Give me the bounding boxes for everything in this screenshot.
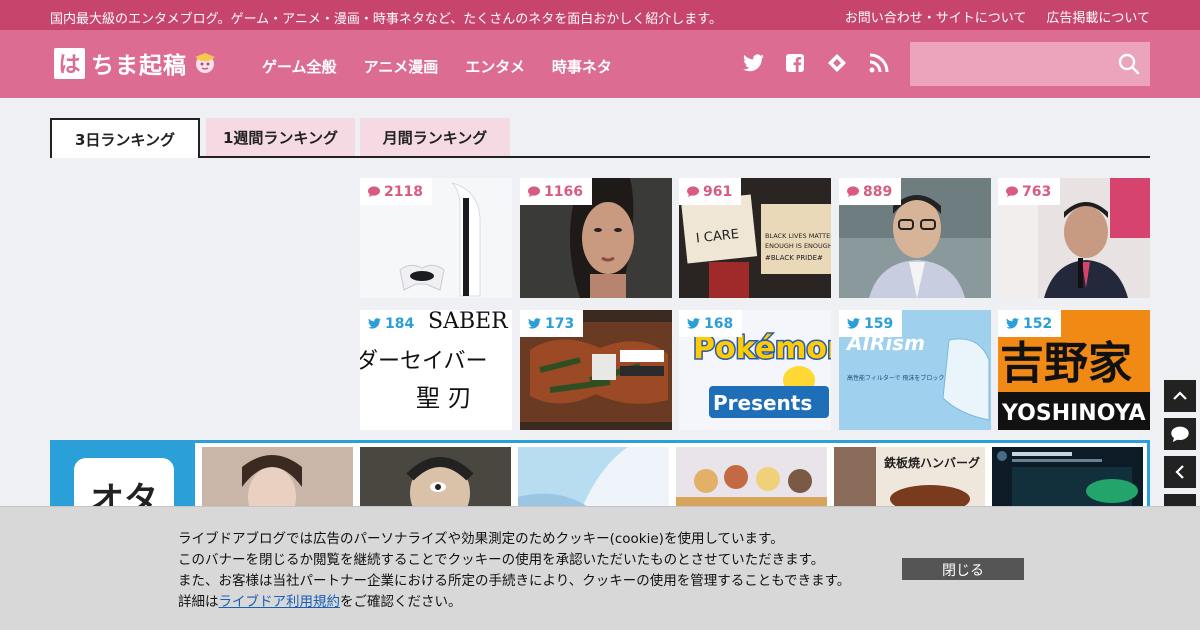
svg-text:SABER: SABER xyxy=(428,310,509,334)
ranking-card[interactable]: 889 xyxy=(839,178,991,298)
tweet-count-badge: 168 xyxy=(679,310,743,337)
twitter-icon xyxy=(1006,318,1019,329)
site-logo[interactable]: は ちま起稿 xyxy=(54,46,219,80)
comment-icon xyxy=(1171,426,1189,442)
ranking-card[interactable]: 1166 xyxy=(520,178,672,298)
svg-text:高性能フィルターで 飛沫をブロック。: 高性能フィルターで 飛沫をブロック。 xyxy=(847,374,950,382)
ranking-card[interactable]: SABER ダーセイバー 聖 刃 184 xyxy=(360,310,512,430)
comment-icon xyxy=(1006,186,1018,197)
scroll-top-button[interactable] xyxy=(1164,380,1196,412)
tweet-count-badge: 159 xyxy=(839,310,903,337)
contact-link[interactable]: お問い合わせ・サイトについて xyxy=(845,7,1027,26)
nav-entame[interactable]: エンタメ xyxy=(465,56,525,77)
comment-icon xyxy=(847,186,859,197)
twitter-icon xyxy=(368,318,381,329)
tweet-count-badge: 184 xyxy=(360,310,424,337)
top-links: お問い合わせ・サイトについて 広告掲載について xyxy=(845,7,1150,26)
top-bar: 国内最大級のエンタメブログ。ゲーム・アニメ・漫画・時事ネタなど、たくさんのネタを… xyxy=(0,0,1200,30)
svg-text:鉄板焼ハンバーグ: 鉄板焼ハンバーグ xyxy=(884,455,980,470)
chevron-left-icon xyxy=(1175,465,1184,479)
ranking-card[interactable]: 763 xyxy=(998,178,1150,298)
rss-icon[interactable] xyxy=(868,52,890,74)
svg-text:#BLACK PRIDE#: #BLACK PRIDE# xyxy=(765,254,823,262)
ranking-card[interactable]: 2118 xyxy=(360,178,512,298)
svg-text:ENOUGH IS ENOUGH: ENOUGH IS ENOUGH xyxy=(765,242,831,250)
nav-game[interactable]: ゲーム全般 xyxy=(262,56,337,77)
site-header: は ちま起稿 ゲーム全般 アニメ漫画 エンタメ 時事ネタ xyxy=(0,30,1200,98)
tab-monthly[interactable]: 月間ランキング xyxy=(360,118,510,156)
terms-link[interactable]: ライブドア利用規約 xyxy=(219,594,341,610)
twitter-icon xyxy=(847,318,860,329)
tab-1week[interactable]: 1週間ランキング xyxy=(206,118,355,156)
prev-button[interactable] xyxy=(1164,456,1196,488)
search-input[interactable] xyxy=(910,42,1110,86)
ranking-card[interactable]: 173 xyxy=(520,310,672,430)
ranking-card[interactable]: 吉野家 YOSHINOYA 152 xyxy=(998,310,1150,430)
twitter-icon xyxy=(687,318,700,329)
mascot-icon xyxy=(195,53,215,73)
svg-text:BLACK LIVES MATTER: BLACK LIVES MATTER xyxy=(765,232,831,240)
tweet-count-badge: 152 xyxy=(998,310,1062,337)
feedly-icon[interactable] xyxy=(826,52,848,74)
svg-text:聖 刃: 聖 刃 xyxy=(416,384,472,412)
comment-count-badge: 2118 xyxy=(360,178,432,205)
chevron-up-icon xyxy=(1173,391,1187,400)
comment-count-badge: 1166 xyxy=(520,178,592,205)
comment-icon xyxy=(528,186,540,197)
comment-count-badge: 889 xyxy=(839,178,902,205)
svg-text:Presents: Presents xyxy=(713,391,812,415)
comment-count-badge: 961 xyxy=(679,178,742,205)
search-icon[interactable] xyxy=(1118,53,1140,75)
nav-news[interactable]: 時事ネタ xyxy=(552,56,612,77)
comment-icon xyxy=(368,186,380,197)
search-box xyxy=(910,42,1150,86)
cookie-close-button[interactable]: 閉じる xyxy=(902,558,1024,580)
tab-3day[interactable]: 3日ランキング xyxy=(50,118,200,158)
svg-text:吉野家: 吉野家 xyxy=(1000,338,1132,389)
ranking-tabs: 3日ランキング 1週間ランキング 月間ランキング xyxy=(50,118,1150,158)
comment-icon xyxy=(687,186,699,197)
site-tagline: 国内最大級のエンタメブログ。ゲーム・アニメ・漫画・時事ネタなど、たくさんのネタを… xyxy=(50,12,722,27)
comment-button[interactable] xyxy=(1164,418,1196,450)
svg-text:ダーセイバー: ダーセイバー xyxy=(360,349,488,374)
cookie-banner: ライブドアブログでは広告のパーソナライズや効果測定のためクッキー(cookie)… xyxy=(0,506,1200,630)
cookie-message: ライブドアブログでは広告のパーソナライズや効果測定のためクッキー(cookie)… xyxy=(178,531,851,610)
ranking-card[interactable]: I CARE BLACK LIVES MATTER ENOUGH IS ENOU… xyxy=(679,178,831,298)
twitter-icon xyxy=(528,318,541,329)
ranking-card[interactable]: Pokémon Presents 168 xyxy=(679,310,831,430)
logo-text: ちま起稿 xyxy=(91,53,187,79)
twitter-icon[interactable] xyxy=(742,52,764,74)
ranking-card[interactable]: AIRism 高性能フィルターで 飛沫をブロック。 159 xyxy=(839,310,991,430)
tweet-count-badge: 173 xyxy=(520,310,584,337)
svg-text:YOSHINOYA: YOSHINOYA xyxy=(1001,401,1145,426)
advertise-link[interactable]: 広告掲載について xyxy=(1046,7,1150,26)
logo-mark: は xyxy=(54,47,85,79)
facebook-icon[interactable] xyxy=(784,52,806,74)
nav-anime-manga[interactable]: アニメ漫画 xyxy=(364,56,439,77)
comment-count-badge: 763 xyxy=(998,178,1061,205)
main-nav: ゲーム全般 アニメ漫画 エンタメ 時事ネタ xyxy=(262,56,612,77)
social-links xyxy=(742,52,890,74)
